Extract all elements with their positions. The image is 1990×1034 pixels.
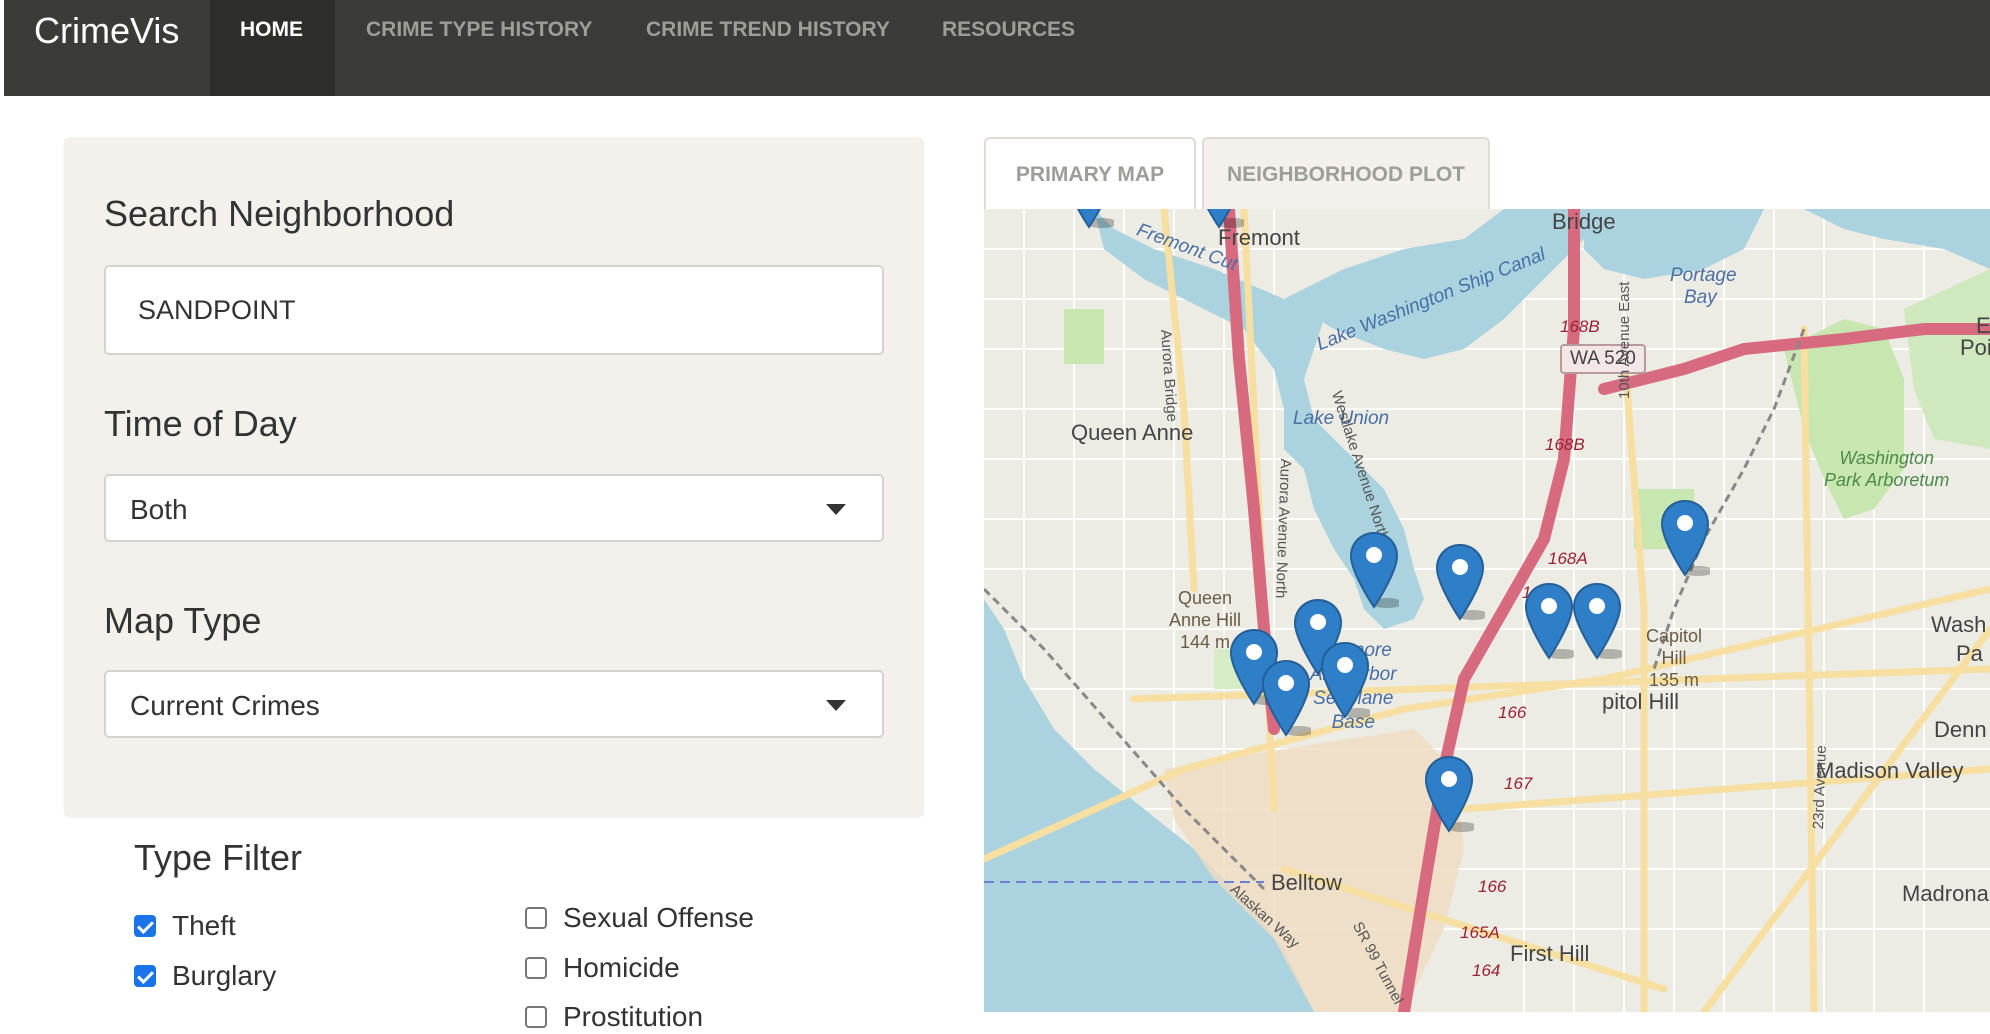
map-label-pa: Pa [1956,641,1983,666]
map-label-queen-anne-hill-line1: Queen [1178,588,1233,608]
map-label-capitol-hill-peak-line3: 135 m [1649,670,1700,690]
checkbox-sexual-offense[interactable]: Sexual Offense [525,901,754,935]
map-label-arboretum: Washington Park Arboretum [1824,447,1949,491]
map-label-capitol-hill-peak-line1: Capitol [1646,626,1703,646]
map-label-exit-168a: 168A [1548,549,1588,568]
time-of-day-label: Time of Day [104,403,297,444]
map-label-exit-168b-a: 168B [1560,317,1600,336]
marker-top-b[interactable] [1194,209,1244,229]
checkbox-unchecked-icon[interactable] [525,957,547,979]
map-type-select[interactable]: Current Crimes [104,670,884,738]
map-label-first-hill: First Hill [1510,941,1590,966]
tab-neighborhood-plot[interactable]: NEIGHBORHOOD PLOT [1202,137,1490,211]
checkbox-homicide[interactable]: Homicide [525,951,680,985]
map-label-portage-bay-line1: Portage [1670,265,1737,286]
map-type-label: Map Type [104,600,262,641]
marker-9[interactable] [1320,641,1370,719]
nav-home[interactable]: HOME [210,0,335,96]
map-label-denny: Denn [1934,717,1987,742]
map-label-queen-anne: Queen Anne [1071,420,1194,445]
map-label-edge-poi: Poi [1960,335,1990,360]
map-label-arboretum-line2: Park Arboretum [1824,470,1950,490]
map-label-capitol-hill-peak-line2: Hill [1661,648,1687,668]
marker-top-a[interactable] [1064,209,1114,229]
type-filter-label: Type Filter [134,837,303,878]
map-label-exit-166-b: 166 [1478,877,1507,896]
marker-8[interactable] [1261,659,1311,737]
checkbox-checked-icon[interactable] [134,965,156,987]
map-label-portage-bay: Portage Bay [1670,265,1737,309]
nav-crime-type-history[interactable]: CRIME TYPE HISTORY [366,0,592,96]
checkbox-prostitution[interactable]: Prostitution [525,1000,703,1034]
checkbox-label: Burglary [172,960,277,991]
tab-primary-map[interactable]: PRIMARY MAP [984,137,1196,211]
map-label-exit-165a: 165A [1460,923,1500,942]
chevron-down-icon [826,504,846,515]
map-label-madrona: Madrona [1902,881,1989,906]
chevron-down-icon [826,700,846,711]
map-label-bridge: Bridge [1552,209,1616,234]
map-label-23rd-avenue: 23rd Avenue [1810,745,1830,830]
marker-1[interactable] [1349,531,1399,609]
checkbox-label: Prostitution [563,1001,704,1032]
marker-5[interactable] [1572,582,1622,660]
time-of-day-value: Both [130,494,188,525]
checkbox-label: Homicide [563,952,680,983]
map-label-exit-168b-b: 168B [1545,435,1585,454]
checkbox-checked-icon[interactable] [134,915,156,937]
checkbox-unchecked-icon[interactable] [525,907,547,929]
checkbox-label: Theft [172,910,236,941]
marker-2[interactable] [1435,543,1485,621]
checkbox-burglary[interactable]: Burglary [134,959,276,993]
map-label-portage-bay-line2: Bay [1684,287,1717,308]
nav-crime-trend-history[interactable]: CRIME TREND HISTORY [646,0,890,96]
map-label-madison-valley: Madison Valley [1816,758,1964,783]
checkbox-label: Sexual Offense [563,902,754,933]
top-navbar: CrimeVis HOME CRIME TYPE HISTORY CRIME T… [4,0,1990,96]
checkbox-theft[interactable]: Theft [134,909,236,943]
brand-logo[interactable]: CrimeVis [34,10,179,52]
map-type-value: Current Crimes [130,690,320,721]
time-of-day-select[interactable]: Both [104,474,884,542]
map-label-exit-164: 164 [1472,961,1501,980]
marker-10[interactable] [1424,755,1474,833]
map-label-washington: Wash [1931,612,1987,637]
search-neighborhood-label: Search Neighborhood [104,193,455,234]
map-label-belltown: Belltow [1271,870,1342,895]
map-label-arboretum-line1: Washington [1839,448,1935,468]
marker-4[interactable] [1524,582,1574,660]
nav-resources[interactable]: RESOURCES [942,0,1075,96]
marker-3[interactable] [1660,499,1710,577]
map-label-exit-166-a: 166 [1498,703,1527,722]
map-label-capitol-hill-peak: Capitol Hill 135 m [1646,625,1702,691]
crime-map[interactable]: Fremont Bridge Queen Anne Queen Anne Hil… [984,209,1990,1012]
checkbox-unchecked-icon[interactable] [525,1006,547,1028]
map-label-10th-avenue: 10th Avenue East [1616,281,1633,399]
map-label-capitol-hill: pitol Hill [1602,689,1680,714]
search-neighborhood-input[interactable] [104,265,884,355]
map-label-exit-167-b: 167 [1504,774,1533,793]
